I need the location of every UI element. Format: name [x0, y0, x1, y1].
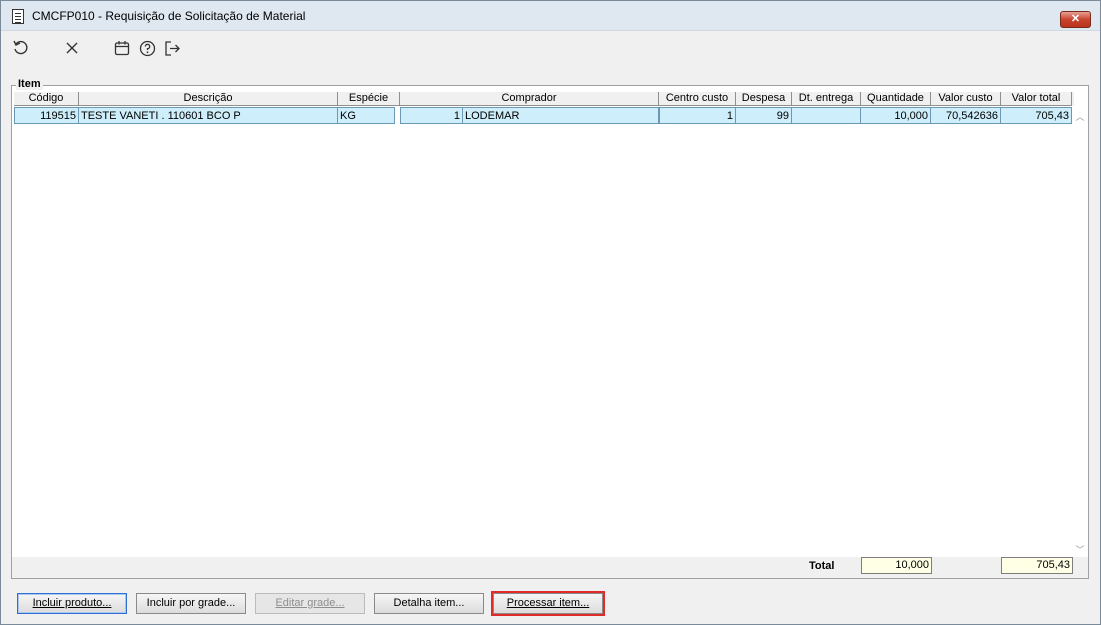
scroll-down-icon[interactable]: ﹀ [1074, 543, 1086, 555]
window-title: CMCFP010 - Requisição de Solicitação de … [32, 9, 306, 23]
header-despesa[interactable]: Despesa [736, 92, 792, 106]
cell-especie[interactable]: KG [337, 107, 395, 124]
total-label: Total [809, 560, 835, 572]
main-window: CMCFP010 - Requisição de Solicitação de … [0, 0, 1101, 625]
cancel-icon[interactable] [62, 38, 82, 58]
incluir-por-grade-button[interactable]: Incluir por grade... [136, 593, 246, 614]
cell-dt-entrega[interactable] [791, 107, 861, 124]
header-codigo[interactable]: Código [14, 92, 79, 106]
header-comprador[interactable]: Comprador [400, 92, 659, 106]
cell-despesa[interactable]: 99 [735, 107, 792, 124]
incluir-por-grade-label: Incluir por grade... [146, 597, 236, 609]
cell-comprador-codigo[interactable]: 1 [400, 107, 463, 124]
total-quantidade: 10,000 [861, 557, 932, 574]
editar-grade-label: Editar grade... [275, 597, 345, 609]
item-groupbox [11, 85, 1089, 579]
document-icon [12, 9, 24, 24]
refresh-icon[interactable] [11, 38, 31, 58]
cell-codigo[interactable]: 119515 [14, 107, 79, 124]
header-valor-total[interactable]: Valor total [1001, 92, 1072, 106]
header-dt-entrega[interactable]: Dt. entrega [792, 92, 861, 106]
toolbar [1, 32, 1100, 64]
cell-valor-custo[interactable]: 70,542636 [930, 107, 1001, 124]
header-descricao[interactable]: Descrição [79, 92, 338, 106]
item-group-label: Item [16, 78, 43, 90]
cell-centro-custo[interactable]: 1 [659, 107, 736, 124]
exit-icon[interactable] [162, 38, 182, 58]
cell-valor-total[interactable]: 705,43 [1000, 107, 1072, 124]
incluir-produto-label: Incluir produto... [32, 597, 112, 609]
close-button[interactable]: ✕ [1060, 11, 1091, 28]
help-icon[interactable] [137, 38, 157, 58]
scroll-up-icon[interactable]: ︿ [1074, 110, 1086, 122]
cell-descricao[interactable]: TESTE VANETI . 110601 BCO P [78, 107, 338, 124]
cell-comprador-nome[interactable]: LODEMAR [462, 107, 659, 124]
calendar-icon[interactable] [112, 38, 132, 58]
table-row[interactable]: 119515 TESTE VANETI . 110601 BCO P KG 1 … [14, 107, 1074, 124]
editar-grade-button[interactable]: Editar grade... [255, 593, 365, 614]
header-especie[interactable]: Espécie [338, 92, 400, 106]
title-bar: CMCFP010 - Requisição de Solicitação de … [1, 1, 1100, 31]
processar-item-button[interactable]: Processar item... [491, 591, 605, 616]
cell-quantidade[interactable]: 10,000 [860, 107, 931, 124]
incluir-produto-button[interactable]: Incluir produto... [17, 593, 127, 614]
header-quantidade[interactable]: Quantidade [861, 92, 931, 106]
total-valor: 705,43 [1001, 557, 1073, 574]
header-centro-custo[interactable]: Centro custo [659, 92, 736, 106]
detalha-item-button[interactable]: Detalha item... [374, 593, 484, 614]
detalha-item-label: Detalha item... [393, 597, 465, 609]
header-valor-custo[interactable]: Valor custo [931, 92, 1001, 106]
grid-header: Código Descrição Espécie Comprador Centr… [14, 92, 1074, 106]
processar-item-label: Processar item... [506, 597, 590, 609]
